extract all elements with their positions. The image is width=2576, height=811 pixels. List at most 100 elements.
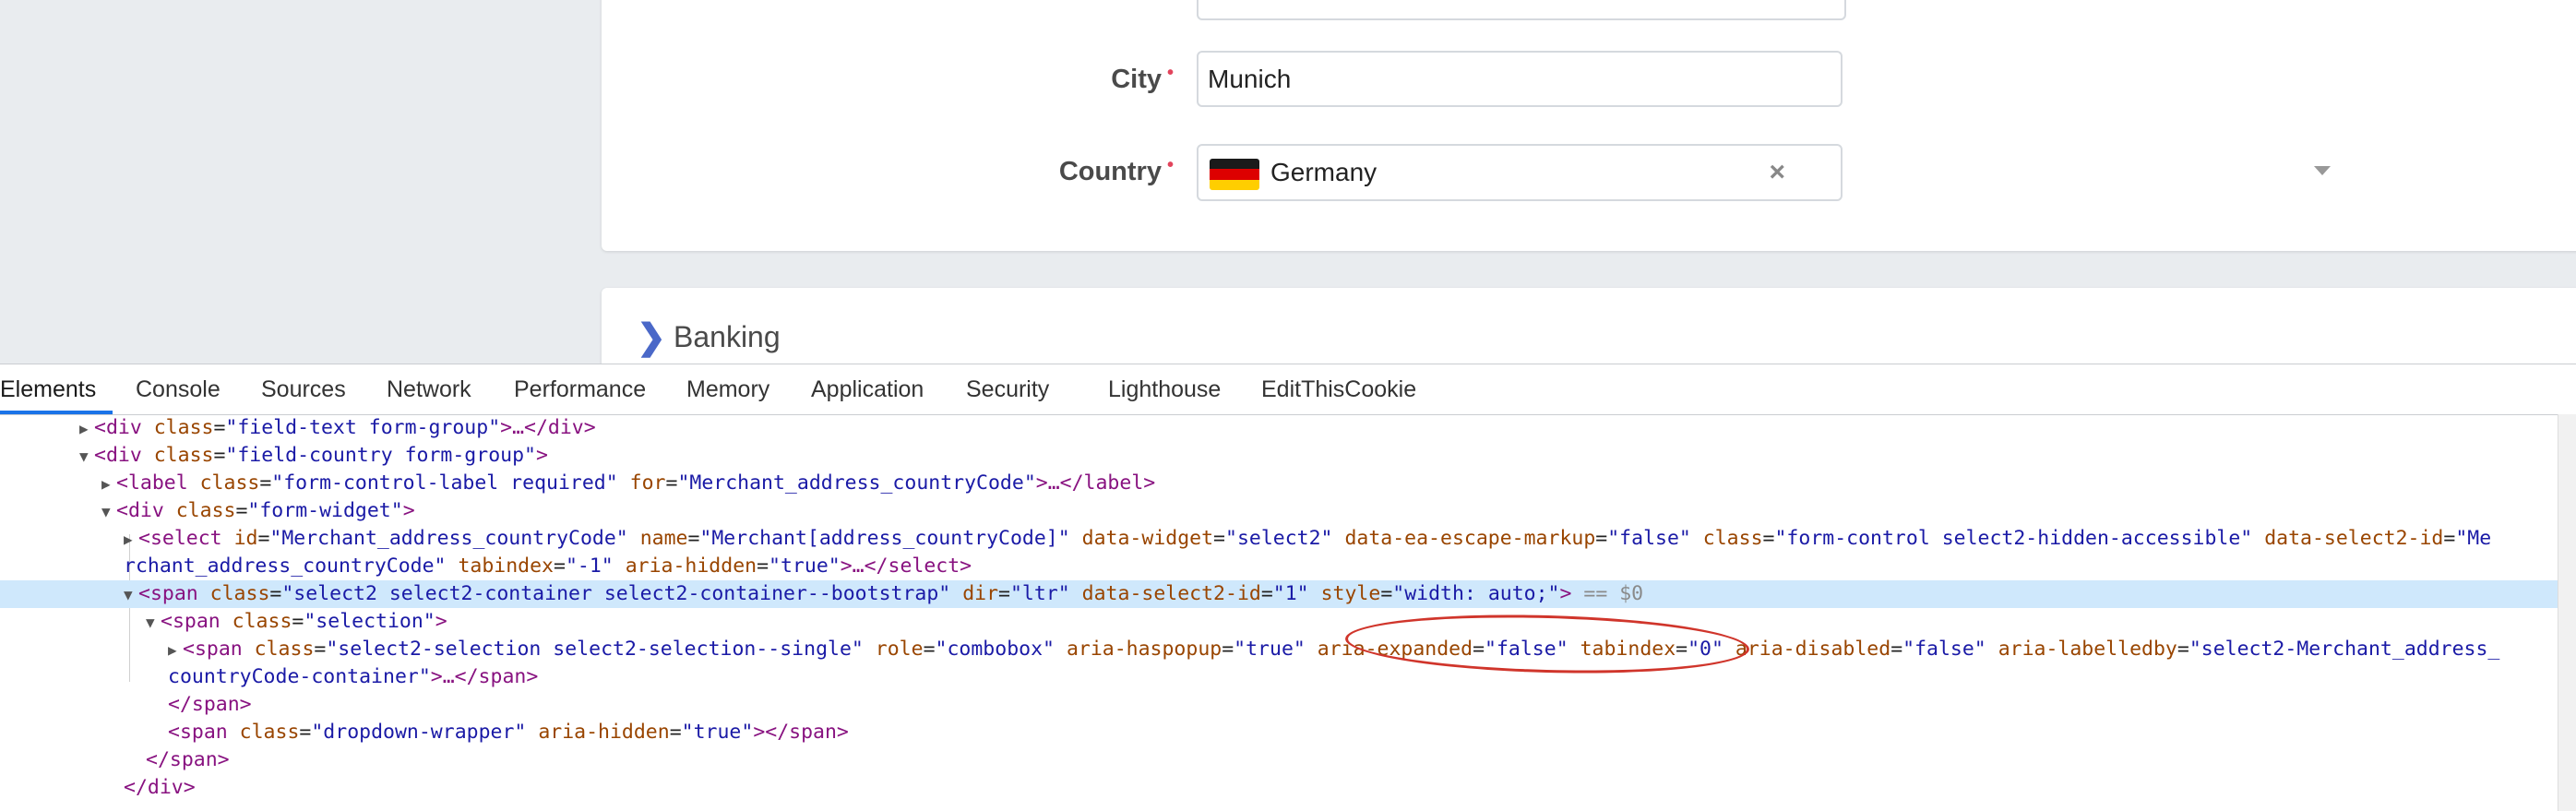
attr-name: class — [153, 416, 214, 439]
tag-open: <span — [183, 638, 255, 661]
tag-open: <label — [116, 471, 200, 495]
equals-sign: = — [213, 444, 226, 467]
tree-node-form-widget[interactable]: ▼ <div class="form-widget"> — [0, 497, 2558, 525]
collapse-triangle-icon[interactable]: ▼ — [79, 443, 94, 471]
equals-sign: = — [1595, 527, 1608, 550]
devtools-tabbar: Elements Console Sources Network Perform… — [0, 364, 2576, 415]
country-selected-value: Germany — [1270, 158, 1377, 186]
attr-name: aria-hidden — [538, 721, 670, 744]
equals-sign: = — [2176, 638, 2189, 661]
tree-node-select-wrap[interactable]: rchant_address_countryCode" tabindex="-1… — [0, 553, 2558, 580]
tab-application[interactable]: Application — [811, 364, 924, 414]
attr-value: "true" — [769, 555, 841, 578]
tab-lighthouse[interactable]: Lighthouse — [1108, 364, 1221, 414]
tab-memory[interactable]: Memory — [686, 364, 769, 414]
tree-node-span-close[interactable]: </span> — [0, 691, 2558, 719]
tag-close: >…</select> — [840, 555, 972, 578]
tree-node-select[interactable]: ▶ <select id="Merchant_address_countryCod… — [0, 525, 2558, 553]
attr-name: id — [233, 527, 258, 550]
tab-sources[interactable]: Sources — [261, 364, 346, 414]
tab-console[interactable]: Console — [136, 364, 221, 414]
attr-value: "false" — [1902, 638, 1986, 661]
tab-security[interactable]: Security — [966, 364, 1049, 414]
city-label: City • — [934, 63, 1174, 95]
tab-editthiscookie[interactable]: EditThisCookie — [1261, 364, 1416, 414]
attr-value: "1" — [1272, 582, 1309, 605]
tag-open: <div — [94, 444, 154, 467]
caret-down-icon[interactable] — [2314, 166, 2331, 175]
expand-triangle-icon[interactable]: ▶ — [79, 415, 94, 443]
equals-sign: = — [1380, 582, 1393, 605]
attr-value: "Merchant_address_countryCode" — [677, 471, 1036, 495]
equals-sign: = — [998, 582, 1010, 605]
previous-field-input[interactable] — [1197, 0, 1846, 20]
attr-name: class — [232, 610, 292, 633]
tag-open: <select — [138, 527, 234, 550]
expand-triangle-icon[interactable]: ▶ — [124, 526, 138, 554]
attr-value: "selection" — [304, 610, 435, 633]
equals-sign: = — [669, 721, 682, 744]
attr-name: data-select2-id — [2264, 527, 2444, 550]
tree-node-field-country[interactable]: ▼ <div class="field-country form-group"> — [0, 442, 2558, 470]
tag-close: >…</div> — [500, 416, 596, 439]
expand-triangle-icon[interactable]: ▶ — [168, 637, 183, 664]
tree-node-select2-selection[interactable]: ▶ <span class="select2-selection select2-… — [0, 636, 2558, 663]
collapse-triangle-icon[interactable]: ▼ — [124, 581, 138, 609]
tree-node-dropdown-wrapper[interactable]: <span class="dropdown-wrapper" aria-hidd… — [0, 719, 2558, 746]
required-marker: • — [1166, 155, 1174, 175]
tag-close: > — [435, 610, 447, 633]
dollar-zero-marker: == $0 — [1571, 582, 1644, 605]
attr-name: class — [153, 444, 214, 467]
city-input[interactable]: Munich — [1197, 51, 1843, 107]
attr-value: "Me — [2455, 527, 2492, 550]
tag-close: > — [402, 499, 415, 522]
attr-value: "form-control-label required" — [271, 471, 618, 495]
collapse-triangle-icon[interactable]: ▼ — [146, 609, 161, 637]
country-select[interactable]: Germany × — [1197, 144, 1843, 201]
attr-name: data-ea-escape-markup — [1344, 527, 1596, 550]
tree-node-span-close-outer[interactable]: </span> — [0, 746, 2558, 774]
equals-sign: = — [1762, 527, 1775, 550]
city-label-text: City — [1111, 65, 1162, 94]
equals-sign: = — [554, 555, 566, 578]
attr-value: "form-control select2-hidden-accessible" — [1774, 527, 2253, 550]
attr-value: "Merchant[address_countryCode]" — [699, 527, 1070, 550]
attr-name: class — [239, 721, 300, 744]
country-label: Country • — [934, 155, 1174, 187]
attr-name: class — [209, 582, 270, 605]
tree-node-select2-selection-wrap[interactable]: countryCode-container">…</span> — [0, 663, 2558, 691]
banking-card[interactable] — [602, 288, 2576, 364]
tree-node-div-close[interactable]: </div> — [0, 774, 2558, 802]
equals-sign: = — [757, 555, 769, 578]
attr-value: "combobox" — [935, 638, 1055, 661]
tree-node-selection[interactable]: ▼ <span class="selection"> — [0, 608, 2558, 636]
attr-value: "ltr" — [1009, 582, 1070, 605]
chevron-right-icon[interactable]: ❯ — [637, 319, 666, 356]
collapse-triangle-icon[interactable]: ▼ — [101, 498, 116, 526]
attr-name: aria-hidden — [625, 555, 757, 578]
tab-elements[interactable]: Elements — [0, 364, 96, 414]
tag-open: <span — [168, 721, 240, 744]
attr-value: "true" — [1234, 638, 1306, 661]
address-card — [602, 0, 2576, 251]
tag-close: >…</span> — [430, 665, 539, 688]
equals-sign: = — [665, 471, 678, 495]
equals-sign: = — [687, 527, 700, 550]
attr-name: tabindex — [458, 555, 555, 578]
tree-node-select2-container-selected[interactable]: ▼ <span class="select2 select2-container … — [0, 580, 2558, 608]
tab-performance[interactable]: Performance — [514, 364, 646, 414]
tree-node-label[interactable]: ▶ <label class="form-control-label requir… — [0, 470, 2558, 497]
attr-name: for — [629, 471, 666, 495]
equals-sign: = — [213, 416, 226, 439]
expand-triangle-icon[interactable]: ▶ — [101, 471, 116, 498]
attr-value: "field-text form-group" — [225, 416, 501, 439]
attr-value: "field-country form-group" — [225, 444, 536, 467]
germany-flag-icon — [1210, 159, 1259, 190]
banking-section-title[interactable]: Banking — [674, 318, 781, 355]
close-icon[interactable]: × — [1769, 146, 1785, 199]
attr-value: "true" — [681, 721, 754, 744]
tree-node-field-text[interactable]: ▶ <div class="field-text form-group">…</d… — [0, 414, 2558, 442]
styles-pane-edge[interactable] — [2558, 414, 2576, 811]
tab-network[interactable]: Network — [387, 364, 471, 414]
attr-value-style: "width: auto;" — [1392, 582, 1560, 605]
